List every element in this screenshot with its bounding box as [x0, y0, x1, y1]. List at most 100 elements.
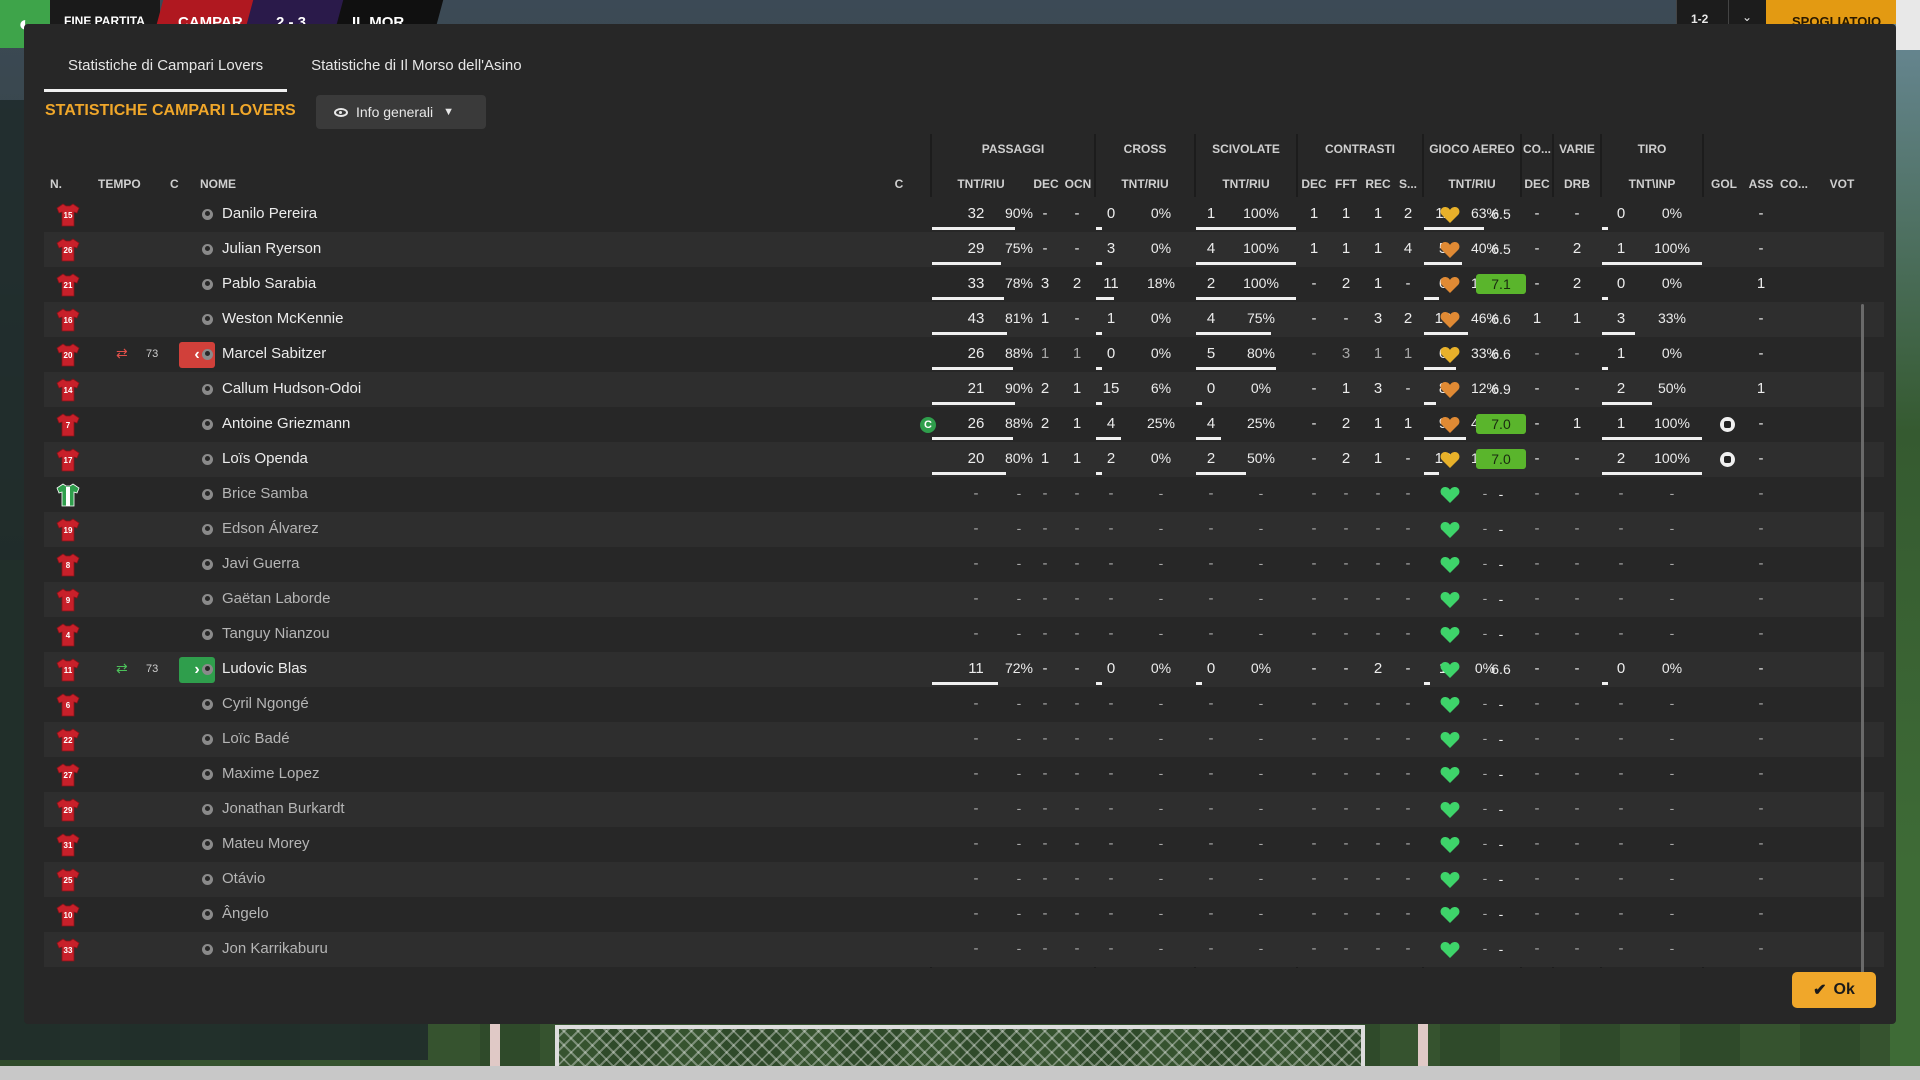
player-profile-icon[interactable]	[202, 314, 213, 325]
player-profile-icon[interactable]	[202, 664, 213, 675]
col-condition[interactable]: CO...	[1776, 177, 1812, 191]
table-row[interactable]: 16Weston McKennie4381%1-10%475%--321346%…	[44, 302, 1884, 337]
tab-away-stats[interactable]: Statistiche di Il Morso dell'Asino	[287, 50, 545, 92]
player-name[interactable]: Loïc Badé	[222, 722, 290, 757]
player-name[interactable]: Julian Ryerson	[222, 232, 321, 267]
player-profile-icon[interactable]	[202, 279, 213, 290]
col-cross-tr[interactable]: TNT/RIU	[1096, 177, 1194, 191]
col-drb[interactable]: DRB	[1554, 177, 1600, 191]
player-profile-icon[interactable]	[202, 454, 213, 465]
table-row[interactable]: 6Cyril Ngongé--------------------	[44, 687, 1884, 722]
player-profile-icon[interactable]	[202, 699, 213, 710]
table-row[interactable]: 9Gaëtan Laborde--------------------	[44, 582, 1884, 617]
col-tiro[interactable]: TNT\INP	[1602, 177, 1702, 191]
player-name[interactable]: Antoine Griezmann	[222, 407, 350, 442]
player-name[interactable]: Brice Samba	[222, 477, 308, 512]
col-tempo[interactable]: TEMPO	[98, 177, 141, 191]
col-sciv-tr[interactable]: TNT/RIU	[1196, 177, 1296, 191]
player-name[interactable]: Javi Guerra	[222, 547, 300, 582]
col-con-s[interactable]: S...	[1394, 177, 1422, 191]
player-profile-icon[interactable]	[202, 384, 213, 395]
player-name[interactable]: Gaëtan Laborde	[222, 582, 330, 617]
table-row[interactable]: 27Maxime Lopez--------------------	[44, 757, 1884, 792]
ok-button[interactable]: ✔ Ok	[1792, 972, 1876, 1008]
table-row[interactable]: 21Pablo Sarabia3378%321118%2100%-21-616%…	[44, 267, 1884, 302]
col-name[interactable]: NOME	[200, 177, 236, 191]
player-name[interactable]: Callum Hudson-Odoi	[222, 372, 361, 407]
table-row[interactable]: 22Loïc Badé--------------------	[44, 722, 1884, 757]
player-name[interactable]: Ludovic Blas	[222, 652, 307, 687]
col-gol[interactable]: GOL	[1704, 177, 1744, 191]
player-name[interactable]: Edson Álvarez	[222, 512, 319, 547]
player-profile-icon[interactable]	[202, 944, 213, 955]
table-row[interactable]: Brice Samba--------------------	[44, 477, 1884, 512]
table-row[interactable]: 4Tanguy Nianzou--------------------	[44, 617, 1884, 652]
table-row[interactable]: 20⇄73‹Marcel Sabitzer2688%1100%580%-3116…	[44, 337, 1884, 372]
player-profile-icon[interactable]	[202, 629, 213, 640]
table-row[interactable]: 25Otávio--------------------	[44, 862, 1884, 897]
stat-drb: -	[1574, 660, 1580, 677]
player-name[interactable]: Jonathan Burkardt	[222, 792, 345, 827]
col-co-dec[interactable]: DEC	[1522, 177, 1552, 191]
expand-button[interactable]: ⌄	[1728, 0, 1766, 24]
table-row[interactable]: 17Loïs Openda2080%1120%250%-21-1816%--21…	[44, 442, 1884, 477]
player-name[interactable]: Cyril Ngongé	[222, 687, 309, 722]
goalkeeper-shirt-icon	[55, 482, 81, 508]
player-name[interactable]: Marcel Sabitzer	[222, 337, 326, 372]
player-profile-icon[interactable]	[202, 524, 213, 535]
col-vot[interactable]: VOT	[1820, 177, 1864, 191]
player-name[interactable]: Weston McKennie	[222, 302, 343, 337]
col-captain[interactable]: C	[884, 177, 914, 191]
table-row[interactable]: 10Ângelo--------------------	[44, 897, 1884, 932]
player-profile-icon[interactable]	[202, 734, 213, 745]
table-row[interactable]: 15Danilo Pereira3290%--00%1100%11121163%…	[44, 197, 1884, 232]
player-name[interactable]: Danilo Pereira	[222, 197, 317, 232]
table-row[interactable]: 8Javi Guerra--------------------	[44, 547, 1884, 582]
col-pass-dec[interactable]: DEC	[1030, 177, 1062, 191]
player-profile-icon[interactable]	[202, 594, 213, 605]
table-row[interactable]: 33Jon Karrikaburu--------------------	[44, 932, 1884, 967]
scrollbar[interactable]	[1861, 304, 1864, 984]
player-profile-icon[interactable]	[202, 559, 213, 570]
player-profile-icon[interactable]	[202, 874, 213, 885]
player-profile-icon[interactable]	[202, 489, 213, 500]
col-number[interactable]: N.	[50, 177, 62, 191]
player-profile-icon[interactable]	[202, 244, 213, 255]
col-aer-tr[interactable]: TNT/RIU	[1424, 177, 1520, 191]
player-profile-icon[interactable]	[202, 769, 213, 780]
view-dropdown[interactable]: Info generali ▼	[316, 95, 486, 129]
col-con-fft[interactable]: FFT	[1330, 177, 1362, 191]
player-profile-icon[interactable]	[202, 909, 213, 920]
player-profile-icon[interactable]	[202, 419, 213, 430]
dressing-room-button[interactable]: SPOGLIATOIO	[1766, 0, 1896, 29]
player-name[interactable]: Pablo Sarabia	[222, 267, 316, 302]
player-profile-icon[interactable]	[202, 839, 213, 850]
table-row[interactable]: 29Jonathan Burkardt--------------------	[44, 792, 1884, 827]
player-name[interactable]: Mateu Morey	[222, 827, 310, 862]
table-row[interactable]: 19Edson Álvarez--------------------	[44, 512, 1884, 547]
tab-home-stats[interactable]: Statistiche di Campari Lovers	[44, 50, 288, 92]
player-profile-icon[interactable]	[202, 209, 213, 220]
player-name[interactable]: Maxime Lopez	[222, 757, 320, 792]
stat-bar	[1096, 437, 1121, 440]
player-name[interactable]: Ângelo	[222, 897, 269, 932]
player-name[interactable]: Jon Karrikaburu	[222, 932, 328, 967]
table-row[interactable]: 7Antoine GriezmannC2688%21425%425%-21194…	[44, 407, 1884, 442]
col-ass[interactable]: ASS	[1746, 177, 1776, 191]
stat-cs: 2	[1403, 310, 1413, 327]
table-row[interactable]: 14Callum Hudson-Odoi2190%21156%00%-13-81…	[44, 372, 1884, 407]
col-con-rec[interactable]: REC	[1362, 177, 1394, 191]
col-pass-tr[interactable]: TNT/RIU	[934, 177, 1028, 191]
table-row[interactable]: 31Mateu Morey--------------------	[44, 827, 1884, 862]
col-pass-ocn[interactable]: OCN	[1062, 177, 1094, 191]
table-row[interactable]: 11⇄73›Ludovic Blas1172%--00%00%--2-10%--…	[44, 652, 1884, 687]
player-name[interactable]: Tanguy Nianzou	[222, 617, 330, 652]
player-name[interactable]: Otávio	[222, 862, 265, 897]
stat-cp: -	[1158, 870, 1164, 886]
table-row[interactable]: 26Julian Ryerson2975%--30%4100%1114540%-…	[44, 232, 1884, 267]
player-profile-icon[interactable]	[202, 804, 213, 815]
col-con-dec[interactable]: DEC	[1298, 177, 1330, 191]
player-profile-icon[interactable]	[202, 349, 213, 360]
player-name[interactable]: Loïs Openda	[222, 442, 308, 477]
col-c[interactable]: C	[170, 177, 179, 191]
